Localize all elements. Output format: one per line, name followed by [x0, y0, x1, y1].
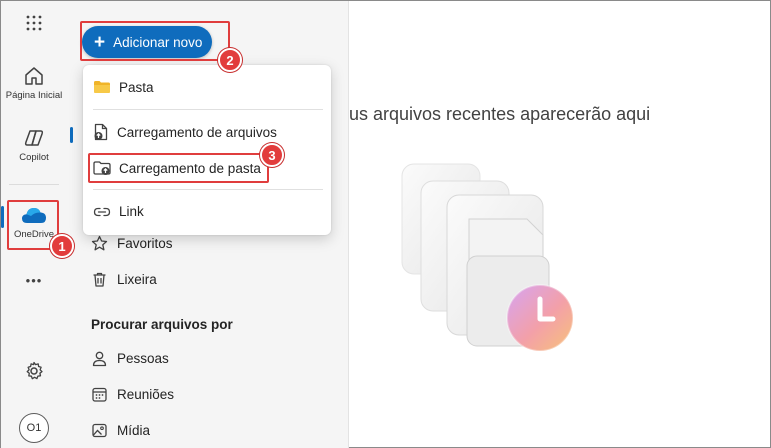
account-button[interactable]: O1: [1, 413, 67, 443]
nav-item-favorites[interactable]: Favoritos: [91, 235, 173, 252]
nav-item-favorites-label: Favoritos: [117, 236, 173, 251]
folder-icon: [94, 81, 110, 93]
menu-item-link-label: Link: [119, 204, 144, 219]
home-icon: [25, 67, 43, 85]
rail-settings[interactable]: [1, 361, 67, 381]
menu-item-folder-label: Pasta: [119, 79, 154, 95]
nav-item-people[interactable]: Pessoas: [91, 350, 169, 367]
app-launcher-button[interactable]: [1, 15, 67, 31]
person-icon: [92, 351, 107, 367]
trash-icon: [93, 272, 106, 287]
step-badge-2: 2: [218, 48, 242, 72]
callout-box-folder-upload: [88, 153, 269, 183]
rail-home-label: Página Inicial: [5, 90, 63, 101]
nav-item-meetings-label: Reuniões: [117, 387, 175, 402]
avatar: O1: [19, 413, 49, 443]
nav-item-media[interactable]: Mídia: [91, 422, 150, 439]
menu-item-link[interactable]: Link: [93, 204, 144, 219]
menu-item-file-upload[interactable]: Carregamento de arquivos: [93, 123, 277, 141]
calendar-icon: [92, 387, 107, 402]
menu-item-folder[interactable]: Pasta: [93, 79, 154, 95]
nav-selected-indicator: [70, 127, 73, 143]
nav-item-meetings[interactable]: Reuniões: [91, 386, 174, 403]
waffle-icon: [26, 15, 42, 31]
rail-copilot-label: Copilot: [19, 152, 49, 163]
more-icon: •••: [25, 273, 43, 288]
callout-box-add-new: [80, 21, 230, 61]
gear-icon: [26, 361, 43, 380]
menu-divider: [93, 189, 323, 190]
nav-item-trash-label: Lixeira: [117, 272, 157, 287]
rail-divider: [9, 184, 59, 185]
browse-section-heading: Procurar arquivos por: [91, 317, 233, 332]
recent-files-illustration: [401, 163, 574, 352]
image-icon: [92, 423, 107, 438]
step-badge-1: 1: [50, 234, 74, 258]
star-icon: [91, 235, 108, 251]
menu-divider: [93, 109, 323, 110]
nav-item-media-label: Mídia: [117, 423, 151, 438]
rail-home[interactable]: Página Inicial: [1, 65, 67, 101]
rail-copilot[interactable]: Copilot: [1, 127, 67, 163]
link-icon: [93, 207, 111, 216]
step-badge-3: 3: [260, 143, 284, 167]
menu-item-file-upload-label: Carregamento de arquivos: [117, 124, 277, 140]
rail-more-button[interactable]: •••: [1, 273, 67, 288]
file-upload-icon: [94, 123, 108, 141]
nav-item-people-label: Pessoas: [117, 351, 169, 366]
empty-state-text: us arquivos recentes aparecerão aqui: [349, 104, 651, 124]
nav-item-trash[interactable]: Lixeira: [91, 271, 157, 288]
copilot-icon: [24, 130, 44, 146]
add-new-menu: Pasta Carregamento de arquivos Carregame…: [83, 65, 331, 235]
